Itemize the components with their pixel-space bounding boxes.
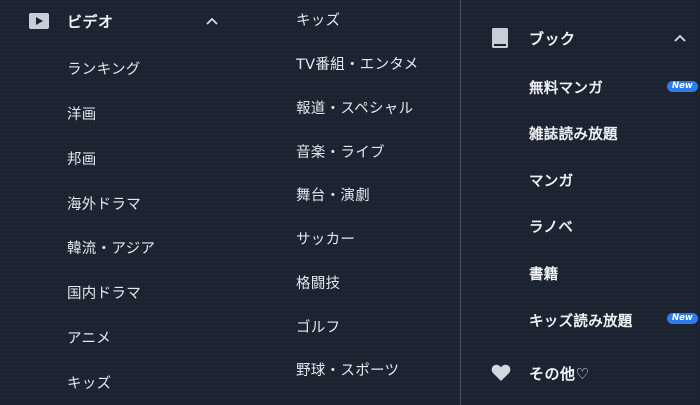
book-item-magazine-unlimited[interactable]: 雑誌読み放題 <box>529 123 618 144</box>
video-item-japanese-movies[interactable]: 邦画 <box>67 148 97 169</box>
video-item-domestic-drama[interactable]: 国内ドラマ <box>67 282 141 303</box>
heart-icon <box>491 364 511 382</box>
book-item-kids-unlimited[interactable]: キッズ読み放題 <box>529 310 633 331</box>
chevron-up-icon[interactable] <box>673 32 687 44</box>
section-title-book: ブック <box>529 29 576 48</box>
book-item-manga[interactable]: マンガ <box>529 170 573 191</box>
video-item-western-movies[interactable]: 洋画 <box>67 103 97 124</box>
new-badge: New <box>667 313 698 324</box>
chevron-up-icon[interactable] <box>205 15 219 27</box>
video-item-overseas-drama[interactable]: 海外ドラマ <box>67 193 141 214</box>
video-item-tv-entertainment[interactable]: TV番組・エンタメ <box>296 53 419 74</box>
section-header-book[interactable]: ブック <box>492 27 576 49</box>
menu-panel: ビデオ ランキング 洋画 邦画 海外ドラマ 韓流・アジア 国内ドラマ アニメ キ… <box>0 0 700 405</box>
video-item-news-special[interactable]: 報道・スペシャル <box>296 97 413 118</box>
video-item-stage-theater[interactable]: 舞台・演劇 <box>296 184 370 205</box>
video-item-anime[interactable]: アニメ <box>67 327 111 348</box>
section-header-other[interactable]: その他♡ <box>491 362 589 384</box>
video-item-soccer[interactable]: サッカー <box>296 228 355 249</box>
video-item-korean-asian[interactable]: 韓流・アジア <box>67 237 155 258</box>
section-title-video: ビデオ <box>67 12 114 31</box>
book-icon <box>492 28 508 48</box>
video-item-martial-arts[interactable]: 格闘技 <box>296 272 340 293</box>
video-item-golf[interactable]: ゴルフ <box>296 316 340 337</box>
video-item-kids[interactable]: キッズ <box>67 372 111 393</box>
book-item-books[interactable]: 書籍 <box>529 263 559 284</box>
book-item-free-manga[interactable]: 無料マンガ <box>529 77 603 98</box>
book-item-light-novel[interactable]: ラノベ <box>529 216 573 237</box>
video-item-ranking[interactable]: ランキング <box>67 58 141 79</box>
new-badge: New <box>667 81 698 92</box>
section-header-video[interactable]: ビデオ <box>29 11 114 31</box>
play-icon <box>29 13 49 29</box>
section-title-other: その他♡ <box>529 364 590 383</box>
video-item-music-live[interactable]: 音楽・ライブ <box>296 141 385 162</box>
video-item-kids-2[interactable]: キッズ <box>296 9 340 30</box>
column-divider <box>460 0 461 405</box>
video-item-baseball-sports[interactable]: 野球・スポーツ <box>296 359 399 380</box>
